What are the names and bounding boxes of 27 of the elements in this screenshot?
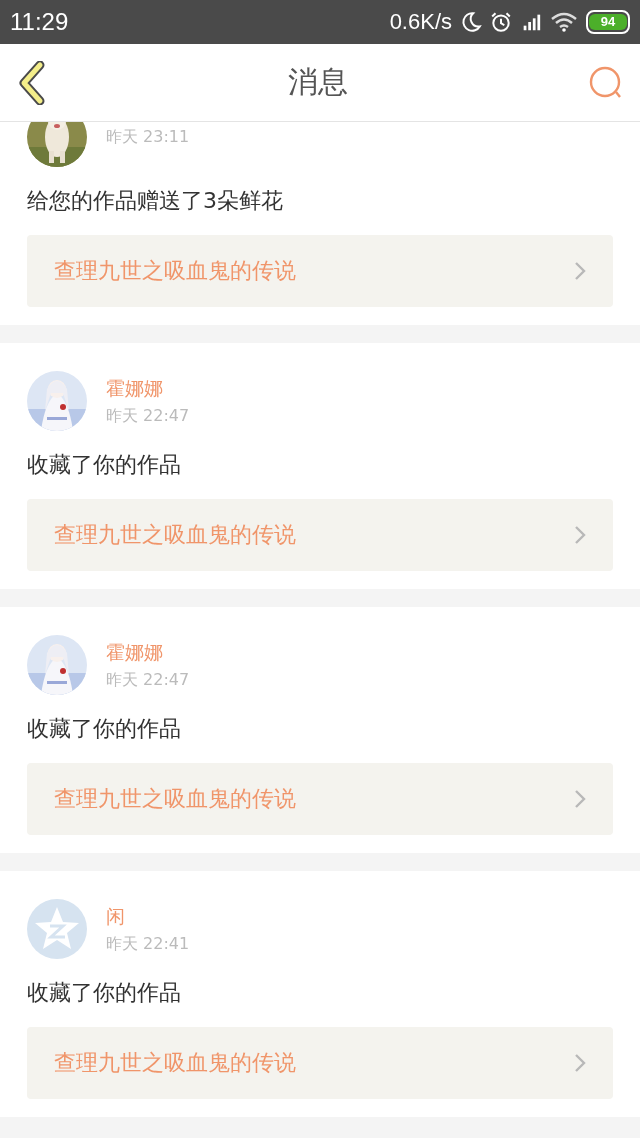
message-time: 昨天 23:11: [106, 126, 190, 148]
page-title: 消息: [288, 63, 348, 101]
work-link[interactable]: 查理九世之吸血鬼的传说: [27, 763, 613, 835]
user-name[interactable]: 霍娜娜: [106, 375, 190, 402]
battery-level: 94: [589, 14, 627, 30]
work-link[interactable]: 查理九世之吸血鬼的传说: [27, 235, 613, 307]
work-link[interactable]: 查理九世之吸血鬼的传说: [27, 499, 613, 571]
alarm-icon: [490, 11, 512, 33]
clock: 11:29: [10, 8, 69, 36]
chevron-icon: [574, 261, 586, 281]
message-time: 昨天 22:41: [106, 933, 190, 955]
message-text: 收藏了你的作品: [27, 715, 182, 743]
user-name[interactable]: 霍娜娜: [106, 639, 190, 666]
message-time: 昨天 22:47: [106, 405, 190, 427]
message-text: 收藏了你的作品: [27, 979, 182, 1007]
network-speed: 0.6K/s: [389, 9, 452, 35]
chevron-icon: [574, 525, 586, 545]
chevron-icon: [574, 1053, 586, 1073]
message-time: 昨天 22:47: [106, 669, 190, 691]
moon-icon: [460, 11, 482, 33]
message-text: 给您的作品赠送了3朵鲜花: [27, 187, 284, 215]
message-text: 收藏了你的作品: [27, 451, 182, 479]
wifi-icon: [550, 11, 578, 33]
work-link[interactable]: 查理九世之吸血鬼的传说: [27, 1027, 613, 1099]
user-name[interactable]: 闲: [106, 903, 190, 930]
default-avatar-icon: [27, 899, 87, 959]
chevron-icon: [574, 789, 586, 809]
